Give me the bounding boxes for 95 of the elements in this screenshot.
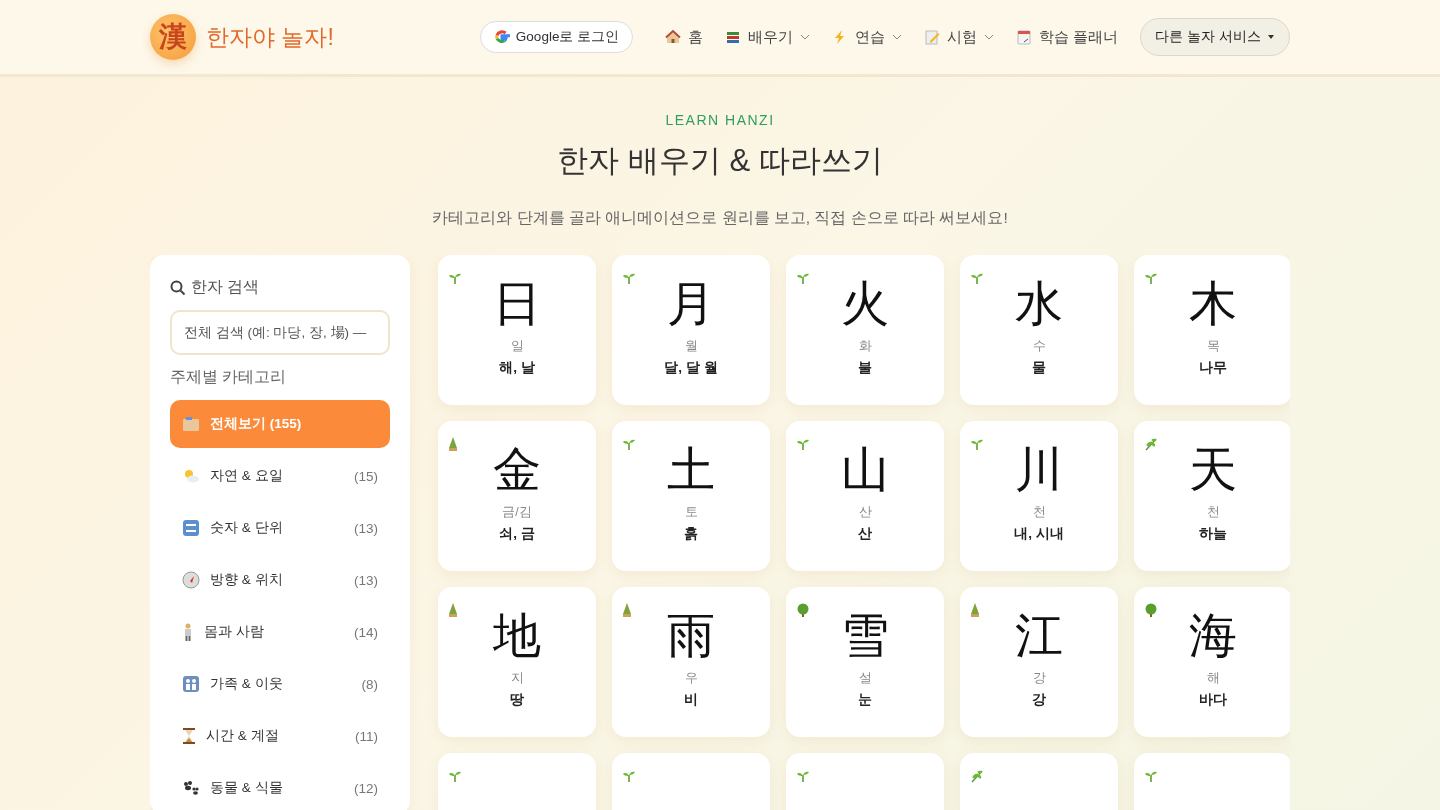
reading-label: 지 — [510, 669, 524, 687]
meaning-label: 하늘 — [1199, 524, 1227, 543]
page-subtitle: 카테고리와 단계를 골라 애니메이션으로 원리를 보고, 직접 손으로 따라 써보세요! — [431, 208, 1009, 228]
reading-label: 산 — [858, 503, 872, 521]
hanzi-card[interactable]: 天 천 하늘 — [1134, 421, 1290, 571]
hanzi-character: 川 — [1015, 443, 1063, 496]
reading-label: 해 — [1206, 669, 1220, 687]
hanzi-card[interactable]: 木 목 나무 — [1134, 255, 1290, 405]
hanzi-card[interactable]: 川 천 내, 시내 — [960, 421, 1118, 571]
hanzi-character: 土 — [667, 443, 715, 496]
hanzi-character: 日 — [493, 277, 541, 330]
hanzi-card[interactable]: 日 일 해, 날 — [438, 255, 596, 405]
hanzi-character: 水 — [1015, 277, 1063, 330]
hanzi-card[interactable]: 水 수 물 — [960, 255, 1118, 405]
hanzi-card[interactable]: 火 화 불 — [786, 255, 944, 405]
nav-link[interactable]: 학습 플래너 — [1016, 27, 1119, 47]
nav-link[interactable]: 시험 — [924, 27, 995, 47]
meaning-label: 바다 — [1199, 690, 1227, 709]
reading-label: 금/김 — [502, 503, 532, 521]
meaning-label: 쇠, 금 — [499, 524, 535, 543]
hanzi-card[interactable]: 江 강 강 — [960, 587, 1118, 737]
search-title: 한자 검색 — [191, 277, 260, 297]
hanzi-character: 火 — [841, 277, 889, 330]
category-item[interactable]: 방향 & 위치 (13) — [170, 556, 390, 604]
hanzi-character: 雨 — [667, 609, 715, 662]
reading-label: 화 — [858, 337, 872, 355]
meaning-label: 불 — [858, 358, 872, 377]
meaning-label: 물 — [1032, 358, 1046, 377]
meaning-label: 비 — [684, 690, 698, 709]
search-field[interactable]: 전체 검색 (예: 마당, 장, 場) — — [170, 310, 390, 355]
house-icon — [665, 29, 682, 45]
section-title: 주제별 카테고리 — [170, 367, 288, 387]
category-item[interactable]: 동물 & 식물 (12) — [170, 764, 390, 810]
reading-label: 천 — [1032, 503, 1046, 521]
books-icon — [725, 29, 742, 45]
memo-icon — [924, 29, 941, 45]
hanzi-card[interactable]: 雪 설 눈 — [786, 587, 944, 737]
category-item[interactable]: 숫자 & 단위 (13) — [170, 504, 390, 552]
google-icon — [493, 29, 510, 45]
sun-cloud-icon — [182, 468, 200, 484]
hanzi-card[interactable]: 月 월 달, 달 월 — [612, 255, 770, 405]
category-item[interactable]: 몸과 사람 (14) — [170, 608, 390, 656]
reading-label: 수 — [1032, 337, 1046, 355]
hanzi-card[interactable]: 金 금/김 쇠, 금 — [438, 421, 596, 571]
compass-icon — [182, 571, 200, 589]
reading-label: 강 — [1032, 669, 1046, 687]
reading-label: 우 — [684, 669, 698, 687]
person-icon — [182, 623, 194, 641]
reading-label: 설 — [858, 669, 872, 687]
meaning-label: 내, 시내 — [1014, 524, 1064, 543]
eyebrow-label: LEARN HANZI — [664, 112, 776, 128]
meaning-label: 해, 날 — [499, 358, 535, 377]
meaning-label: 강 — [1032, 690, 1046, 709]
hourglass-icon — [182, 727, 196, 745]
meaning-label: 땅 — [510, 690, 524, 709]
nav-link[interactable]: 연습 — [832, 27, 903, 47]
hanzi-character: 山 — [841, 443, 889, 496]
google-login-button[interactable]: Google로 로그인 — [479, 21, 634, 53]
nav-link[interactable]: 배우기 — [725, 27, 811, 47]
meaning-label: 흙 — [684, 524, 698, 543]
meaning-label: 달, 달 월 — [664, 358, 718, 377]
hanzi-card[interactable]: 地 지 땅 — [438, 587, 596, 737]
category-item[interactable]: 자연 & 요일 (15) — [170, 452, 390, 500]
reading-label: 일 — [510, 337, 524, 355]
folder-icon — [182, 416, 200, 432]
reading-label: 목 — [1206, 337, 1220, 355]
hanzi-character: 江 — [1015, 609, 1063, 662]
paw-icon — [182, 780, 200, 796]
calendar-icon — [1016, 29, 1033, 45]
hanzi-card[interactable]: 雨 우 비 — [612, 587, 770, 737]
nav-link[interactable]: 홈 — [665, 27, 704, 47]
meaning-label: 눈 — [858, 690, 872, 709]
numbers-icon — [182, 519, 200, 537]
page-title: 한자 배우기 & 따라쓰기 — [556, 142, 884, 180]
hanzi-character: 雪 — [841, 609, 889, 662]
search-icon — [170, 279, 186, 296]
family-icon — [182, 675, 200, 693]
hanzi-character: 地 — [493, 609, 541, 662]
hanzi-character: 木 — [1189, 277, 1237, 330]
hanzi-character: 金 — [493, 443, 541, 496]
caret-icon — [1267, 34, 1275, 40]
hanzi-character: 海 — [1189, 609, 1237, 662]
meaning-label: 산 — [858, 524, 872, 543]
hanzi-card[interactable]: 土 토 흙 — [612, 421, 770, 571]
category-item[interactable]: 시간 & 계절 (11) — [170, 712, 390, 760]
other-services-button[interactable]: 다른 놀자 서비스 — [1140, 18, 1290, 56]
hanzi-card[interactable]: 山 산 산 — [786, 421, 944, 571]
reading-label: 월 — [684, 337, 698, 355]
category-item[interactable]: 가족 & 이웃 (8) — [170, 660, 390, 708]
hanzi-character: 月 — [667, 277, 715, 330]
hanzi-character: 天 — [1189, 443, 1237, 496]
hanzi-card[interactable]: 海 해 바다 — [1134, 587, 1290, 737]
reading-label: 토 — [684, 503, 698, 521]
reading-label: 천 — [1206, 503, 1220, 521]
meaning-label: 나무 — [1199, 358, 1227, 377]
